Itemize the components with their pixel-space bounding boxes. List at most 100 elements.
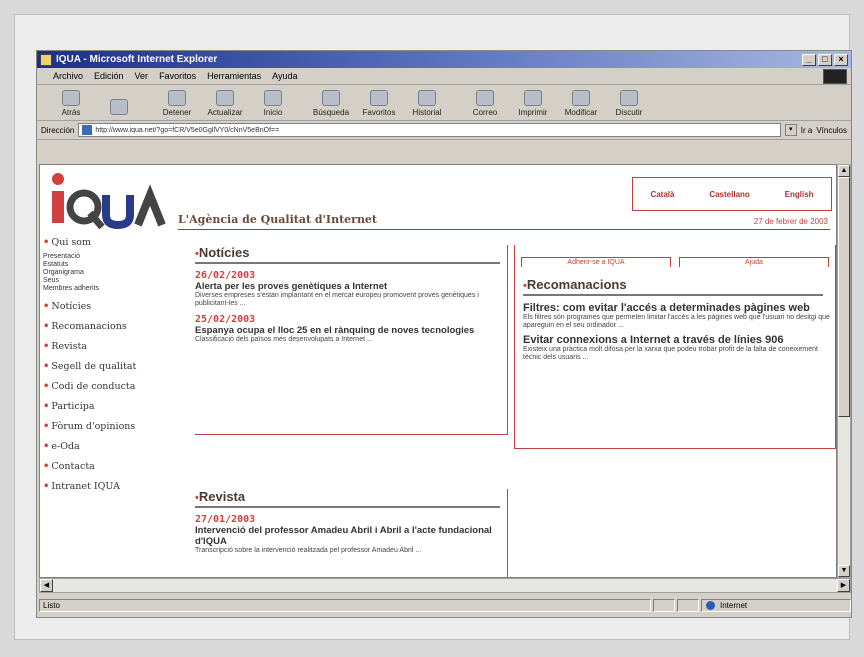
nav-intranet[interactable]: • Intranet IQUA xyxy=(43,481,173,492)
status-text: Listo xyxy=(39,598,651,612)
menu-archivo[interactable]: Archivo xyxy=(53,71,83,81)
news-date: 26/02/2003 xyxy=(195,270,256,281)
nav-codi[interactable]: • Codi de conducta xyxy=(43,381,173,392)
nav-forum[interactable]: • Fòrum d'opinions xyxy=(43,421,173,432)
menu-ver[interactable]: Ver xyxy=(135,71,149,81)
news-title[interactable]: Alerta per les proves genètiques a Inter… xyxy=(195,281,507,292)
nav-e-oda[interactable]: • e-Oda xyxy=(43,441,173,452)
discuss-icon xyxy=(620,90,638,106)
nav-participa[interactable]: • Participa xyxy=(43,401,173,412)
news-title[interactable]: Espanya ocupa el lloc 25 en el rànquing … xyxy=(195,325,507,336)
edit-icon xyxy=(572,90,590,106)
nav-estatuts[interactable]: Estatuts xyxy=(43,261,173,269)
nav-noticies[interactable]: • Notícies xyxy=(43,301,173,312)
back-button[interactable]: Atrás xyxy=(47,90,95,117)
history-button[interactable]: Historial xyxy=(403,90,451,117)
left-navigation: • Qui som Presentació Estatuts Organigram… xyxy=(43,237,173,501)
menu-bar: Archivo Edición Ver Favoritos Herramient… xyxy=(37,68,851,85)
lang-catala[interactable]: Català xyxy=(650,190,674,199)
scroll-thumb[interactable] xyxy=(838,177,850,417)
nav-membres[interactable]: Membres adherits xyxy=(43,285,173,293)
scroll-right-icon[interactable]: ▶ xyxy=(837,579,850,592)
minimize-button[interactable]: _ xyxy=(802,53,816,66)
lang-castellano[interactable]: Castellano xyxy=(709,190,749,199)
news-heading: •Notícies xyxy=(195,245,500,264)
help-link[interactable]: Ajuda xyxy=(679,257,829,267)
stop-button[interactable]: Detener xyxy=(153,90,201,117)
recommendations-panel: Adherir-se a IQUA Ajuda •Recomanacions F… xyxy=(514,245,836,449)
security-zone: Internet xyxy=(701,598,851,612)
page-content: L'Agència de Qualitat d'Internet Català … xyxy=(39,164,837,578)
scroll-down-icon[interactable]: ▼ xyxy=(838,565,850,577)
browser-window: IQUA - Microsoft Internet Explorer _ □ ×… xyxy=(36,50,852,618)
address-bar: Dirección http://www.iqua.net/?go=fCR/V5… xyxy=(37,121,851,140)
home-button[interactable]: Inicio xyxy=(249,90,297,117)
magazine-heading: •Revista xyxy=(195,489,500,508)
refresh-button[interactable]: Actualizar xyxy=(201,90,249,117)
vertical-scrollbar[interactable]: ▲ ▼ xyxy=(837,164,851,578)
news-date: 25/02/2003 xyxy=(195,314,256,325)
title-bar[interactable]: IQUA - Microsoft Internet Explorer _ □ × xyxy=(37,51,851,68)
nav-recomanacions[interactable]: • Recomanacions xyxy=(43,321,173,332)
news-summary: Classificació dels països més desenvolup… xyxy=(195,336,373,343)
address-dropdown-icon[interactable]: ▾ xyxy=(784,124,797,136)
mail-icon xyxy=(476,90,494,106)
nav-revista[interactable]: • Revista xyxy=(43,341,173,352)
lang-english[interactable]: English xyxy=(785,190,814,199)
nav-contacta[interactable]: • Contacta xyxy=(43,461,173,472)
menu-edicion[interactable]: Edición xyxy=(94,71,124,81)
magazine-title[interactable]: Intervenció del professor Amadeu Abril i… xyxy=(195,525,507,547)
address-url: http://www.iqua.net/?go=fCR/V5e0GgllVY0/… xyxy=(95,126,280,134)
forward-icon xyxy=(110,99,128,115)
print-button[interactable]: Imprimir xyxy=(509,90,557,117)
nav-qui-som-subitems: Presentació Estatuts Organigrama Seus Me… xyxy=(43,253,173,293)
favorites-icon xyxy=(370,90,388,106)
horizontal-scrollbar[interactable]: ◀ ▶ xyxy=(39,578,851,593)
back-icon xyxy=(62,90,80,106)
stop-icon xyxy=(168,90,186,106)
tagline: L'Agència de Qualitat d'Internet xyxy=(178,213,378,226)
iqua-logo[interactable] xyxy=(46,169,186,231)
magazine-date: 27/01/2003 xyxy=(195,514,256,525)
recommendation-summary: Existeix una pràctica molt difosa per la… xyxy=(523,346,818,361)
join-iqua-link[interactable]: Adherir-se a IQUA xyxy=(521,257,671,267)
nav-organigrama[interactable]: Organigrama xyxy=(43,269,173,277)
ie-app-icon xyxy=(40,53,52,66)
globe-icon xyxy=(706,600,715,610)
nav-segell[interactable]: • Segell de qualitat xyxy=(43,361,173,372)
scroll-up-icon[interactable]: ▲ xyxy=(838,165,850,177)
menu-favoritos[interactable]: Favoritos xyxy=(159,71,196,81)
search-icon xyxy=(322,90,340,106)
refresh-icon xyxy=(216,90,234,106)
history-icon xyxy=(418,90,436,106)
favorites-button[interactable]: Favoritos xyxy=(355,90,403,117)
toolbar: Atrás Detener Actualizar Inicio Búsqueda… xyxy=(37,85,851,121)
magazine-summary: Transcripció sobre la intervenció realit… xyxy=(195,547,422,554)
window-title: IQUA - Microsoft Internet Explorer xyxy=(56,54,218,65)
print-icon xyxy=(524,90,542,106)
forward-button[interactable] xyxy=(95,99,143,117)
scroll-left-icon[interactable]: ◀ xyxy=(40,579,53,592)
news-section: •Notícies 26/02/2003 Alerta per les prov… xyxy=(195,245,508,435)
edit-button[interactable]: Modificar xyxy=(557,90,605,117)
news-summary: Diverses empreses s'estan implantant en … xyxy=(195,292,479,307)
mail-button[interactable]: Correo xyxy=(461,90,509,117)
address-input[interactable]: http://www.iqua.net/?go=fCR/V5e0GgllVY0/… xyxy=(78,123,781,137)
menu-herramientas[interactable]: Herramientas xyxy=(207,71,261,81)
recommendation-title[interactable]: Filtres: com evitar l'accés a determinad… xyxy=(523,302,831,314)
go-button[interactable]: Ir a xyxy=(801,126,813,135)
links-button[interactable]: Vínculos xyxy=(816,126,847,135)
page-icon xyxy=(82,125,93,135)
search-button[interactable]: Búsqueda xyxy=(307,90,355,117)
maximize-button[interactable]: □ xyxy=(818,53,832,66)
discuss-button[interactable]: Discutir xyxy=(605,90,653,117)
nav-qui-som[interactable]: • Qui som xyxy=(43,237,173,248)
nav-seus[interactable]: Seus xyxy=(43,277,173,285)
nav-presentacio[interactable]: Presentació xyxy=(43,253,173,261)
recommendation-summary: Els filtres són programes que permeten l… xyxy=(523,314,830,329)
recommendation-title[interactable]: Evitar connexions a Internet a través de… xyxy=(523,334,831,346)
close-button[interactable]: × xyxy=(834,53,848,66)
menu-ayuda[interactable]: Ayuda xyxy=(272,71,297,81)
status-bar: Listo Internet xyxy=(39,597,851,613)
recommendations-heading: •Recomanacions xyxy=(523,277,823,296)
